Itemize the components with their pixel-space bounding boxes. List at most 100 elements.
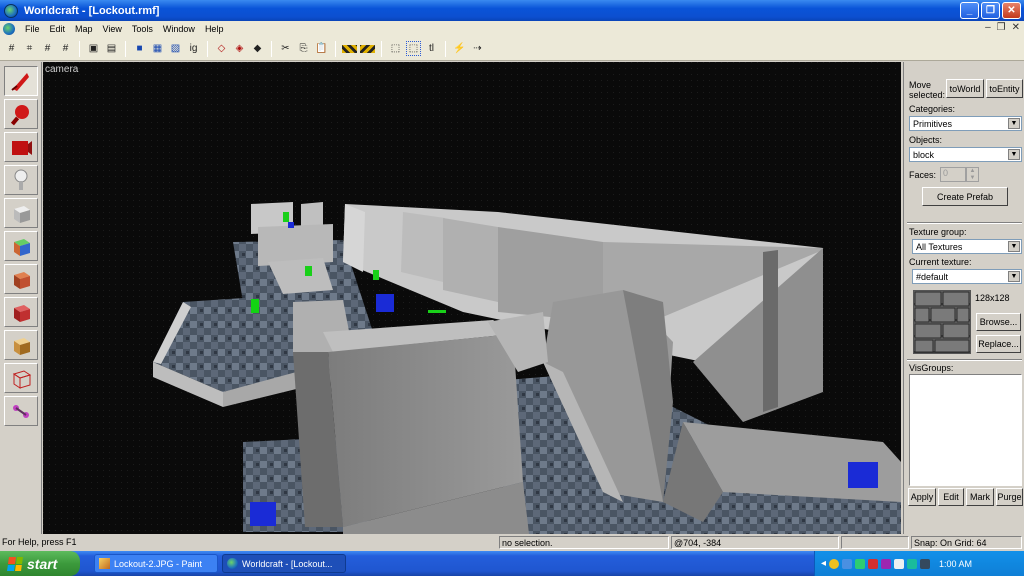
grid-3d-icon[interactable]: #	[58, 41, 73, 56]
chevron-down-icon[interactable]: ▼	[1008, 271, 1020, 282]
mdi-minimize-button[interactable]: –	[985, 22, 991, 33]
task-worldcraft[interactable]: Worldcraft - [Lockout...	[222, 554, 346, 573]
run-map-icon[interactable]: ⇢	[470, 41, 485, 56]
tray-alert-icon[interactable]	[829, 558, 840, 569]
paste-icon[interactable]: 📋	[314, 41, 329, 56]
magnify-tool[interactable]	[3, 99, 38, 129]
textured-view-icon[interactable]: ▧	[168, 41, 183, 56]
vertex-manipulation-tool[interactable]	[3, 363, 38, 393]
blue-box-2	[250, 502, 276, 526]
mdi-close-button[interactable]: ✕	[1012, 22, 1020, 33]
texture-group-label: Texture group:	[909, 227, 967, 237]
edit-button[interactable]: Edit	[938, 488, 964, 506]
grid-icon[interactable]: #	[4, 41, 19, 56]
camera-viewport[interactable]: camera	[43, 62, 901, 534]
object-panel: Move selected: toWorld toEntity Categori…	[903, 62, 1024, 534]
taskbar: start Lockout-2.JPG - Paint Worldcraft -…	[0, 551, 1024, 576]
system-tray: ◂ 1:00 AM	[814, 551, 1024, 576]
ungroup-icon[interactable]: ▤	[104, 41, 119, 56]
to-world-button[interactable]: toWorld	[946, 79, 984, 98]
3d-scene[interactable]	[43, 62, 901, 534]
block-tool[interactable]	[3, 198, 38, 228]
path-icon	[12, 405, 29, 418]
cube-icon[interactable]: ■	[132, 41, 147, 56]
menu-tools[interactable]: Tools	[127, 24, 158, 34]
grid-larger-icon[interactable]: ⌗	[22, 41, 37, 56]
faces-spinner[interactable]: ▲ ▼	[966, 167, 979, 182]
ignore-groups-button[interactable]: ig	[186, 41, 201, 56]
tray-shield-icon[interactable]	[868, 558, 879, 569]
create-prefab-button[interactable]: Create Prefab	[922, 187, 1008, 206]
categories-select[interactable]: Primitives ▼	[909, 116, 1022, 131]
chevron-down-icon[interactable]: ▼	[1008, 118, 1020, 129]
minimize-button[interactable]: _	[960, 2, 979, 19]
apply-decals-tool[interactable]	[3, 297, 38, 327]
grid-smaller-icon[interactable]: #	[40, 41, 55, 56]
tray-status-icon[interactable]	[907, 558, 918, 569]
menu-help[interactable]: Help	[200, 24, 229, 34]
selection-tool[interactable]	[3, 66, 38, 96]
entity-tool[interactable]	[3, 165, 38, 195]
task-paint[interactable]: Lockout-2.JPG - Paint	[94, 554, 218, 573]
tray-device-icon[interactable]	[920, 558, 931, 569]
entity-icon	[14, 169, 27, 190]
replace-button[interactable]: Replace...	[976, 335, 1021, 353]
hazard-stripes-icon[interactable]	[342, 44, 357, 53]
path-tool[interactable]	[3, 396, 38, 426]
hazard-stripes-2-icon[interactable]	[360, 44, 375, 53]
to-entity-button[interactable]: toEntity	[986, 79, 1023, 98]
select-box-icon[interactable]: ⬚	[388, 41, 403, 56]
viewport-label: camera	[45, 64, 79, 75]
restore-button[interactable]: ❐	[981, 2, 1000, 19]
texture-size: 128x128	[975, 293, 1010, 303]
tray-expand-icon[interactable]: ◂	[821, 558, 826, 569]
start-button[interactable]: start	[0, 551, 80, 576]
current-texture-select[interactable]: #default ▼	[912, 269, 1022, 284]
tray-network-icon[interactable]	[842, 558, 853, 569]
worldcraft-app-icon	[4, 3, 18, 18]
mark-button[interactable]: Mark	[966, 488, 994, 506]
chevron-down-icon[interactable]: ▼	[1008, 149, 1020, 160]
objects-value: block	[913, 149, 935, 160]
apply-button[interactable]: Apply	[908, 488, 936, 506]
carve-icon[interactable]: ◇	[214, 41, 229, 56]
menu-map[interactable]: Map	[70, 24, 98, 34]
select-marquee-icon[interactable]: ⬚	[406, 41, 421, 56]
texture-group-select[interactable]: All Textures ▼	[912, 239, 1022, 254]
chevron-down-icon[interactable]: ▼	[1008, 241, 1020, 252]
categories-value: Primitives	[913, 118, 953, 129]
apply-texture-tool[interactable]	[3, 264, 38, 294]
faces-input[interactable]: 0	[940, 167, 966, 182]
mdi-restore-button[interactable]: ❐	[997, 22, 1006, 33]
tray-app-icon[interactable]	[855, 558, 866, 569]
objects-label: Objects:	[909, 135, 943, 145]
menu-window[interactable]: Window	[158, 24, 200, 34]
menu-view[interactable]: View	[98, 24, 127, 34]
browse-button[interactable]: Browse...	[976, 313, 1021, 331]
clipping-tool[interactable]	[3, 330, 38, 360]
magnifier-icon	[10, 105, 29, 126]
purge-button[interactable]: Purge	[996, 488, 1023, 506]
copy-icon[interactable]: ⎘	[296, 41, 311, 56]
texture-lock-button[interactable]: tl	[424, 41, 439, 56]
compile-icon[interactable]: ⚡	[452, 41, 467, 56]
blue-box-3	[848, 462, 878, 488]
objects-select[interactable]: block ▼	[909, 147, 1022, 162]
visgroups-list[interactable]	[909, 374, 1022, 486]
close-button[interactable]: ✕	[1002, 2, 1021, 19]
cut-icon[interactable]: ✂	[278, 41, 293, 56]
worldcraft-icon	[227, 558, 238, 569]
camera-tool[interactable]	[3, 132, 38, 162]
move-selected-label: Move selected:	[909, 80, 946, 100]
wireframe-view-icon[interactable]: ▦	[150, 41, 165, 56]
document-icon[interactable]	[3, 23, 15, 35]
clip-icon[interactable]: ◆	[250, 41, 265, 56]
texture-application-tool[interactable]	[3, 231, 38, 261]
tray-volume-icon[interactable]	[894, 558, 905, 569]
menu-file[interactable]: File	[20, 24, 45, 34]
task-paint-label: Lockout-2.JPG - Paint	[114, 558, 203, 569]
hollow-icon[interactable]: ◈	[232, 41, 247, 56]
group-icon[interactable]: ▣	[86, 41, 101, 56]
tray-media-icon[interactable]	[881, 558, 892, 569]
menu-edit[interactable]: Edit	[45, 24, 71, 34]
